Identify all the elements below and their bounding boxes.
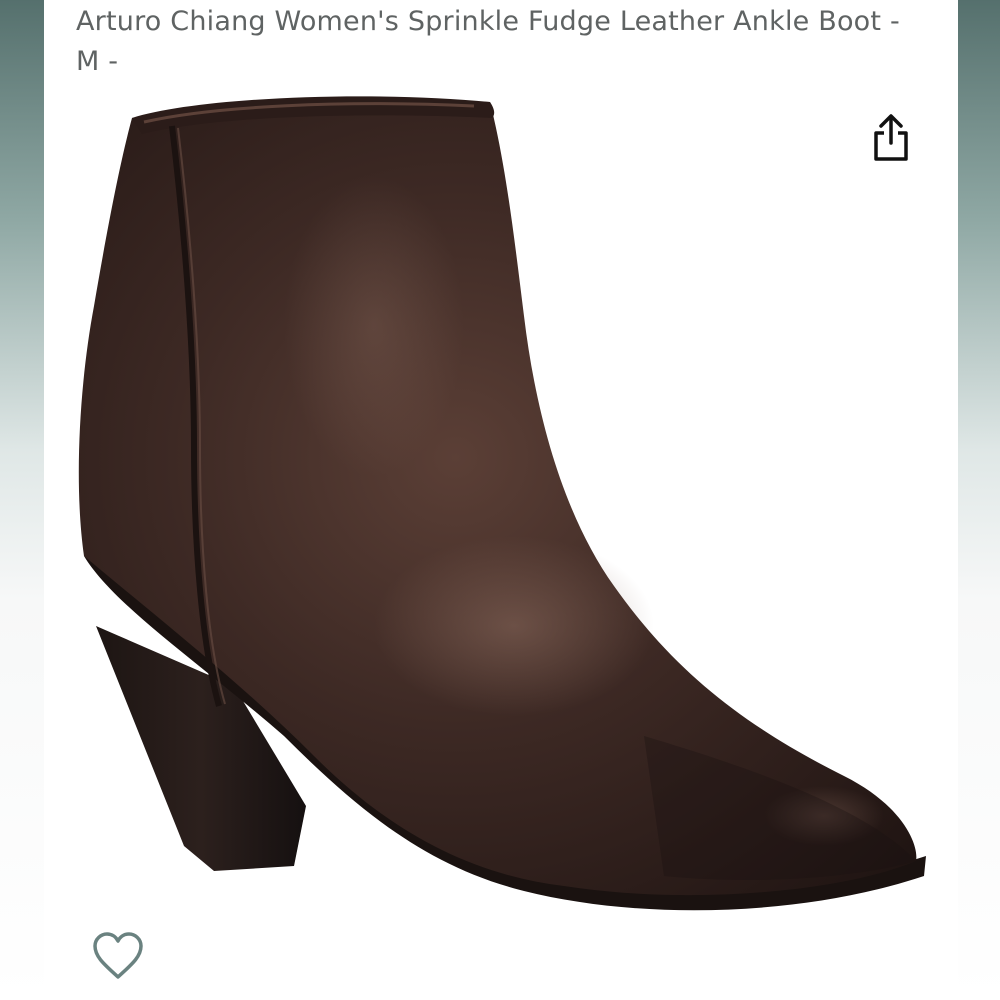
heart-outline-icon	[93, 932, 143, 979]
product-title: Arturo Chiang Women's Sprinkle Fudge Lea…	[76, 6, 900, 77]
left-border	[0, 0, 44, 1000]
share-icon	[874, 114, 908, 161]
wishlist-button[interactable]	[88, 926, 148, 986]
share-button[interactable]	[866, 110, 916, 166]
product-page: Arturo Chiang Women's Sprinkle Fudge Lea…	[44, 0, 958, 1000]
right-border	[958, 0, 1000, 1000]
product-image[interactable]	[44, 86, 958, 1000]
